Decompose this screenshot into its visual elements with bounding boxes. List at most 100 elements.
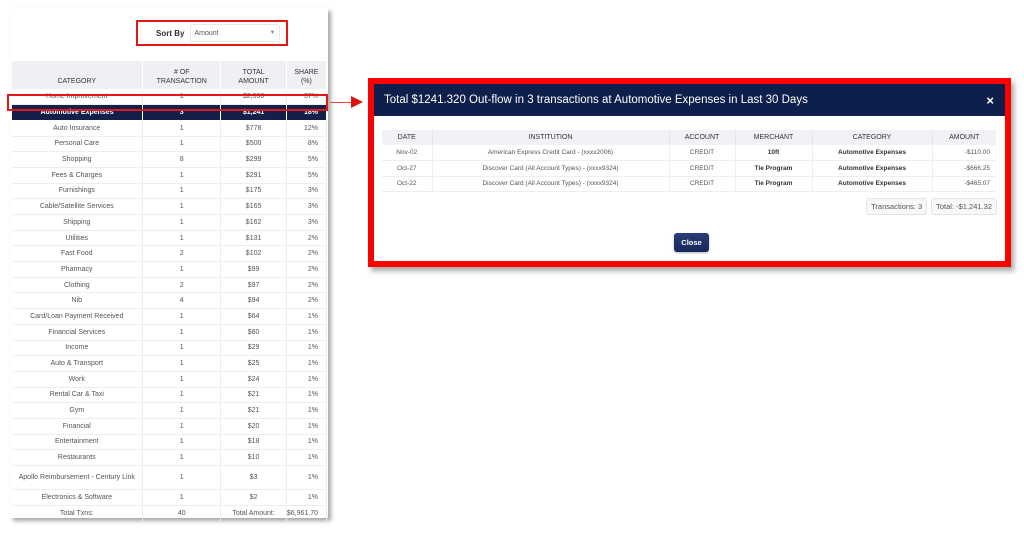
- category-row[interactable]: Shipping 1 $162 3%: [11, 214, 328, 231]
- transaction-institution: Discover Card (All Account Types) - (xxx…: [432, 176, 670, 192]
- arrow-right-icon: [351, 96, 363, 108]
- transaction-amount: -$110.00: [932, 145, 996, 161]
- category-row[interactable]: Auto & Transport 1 $25 1%: [11, 355, 328, 372]
- total-amount: $1,241: [220, 104, 287, 121]
- total-txns-label: Total Txns:: [11, 505, 144, 523]
- totals-row: Total Txns: 40 Total Amount: $6,961.70: [11, 505, 328, 523]
- category-row[interactable]: Restaurants 1 $10 1%: [11, 449, 328, 466]
- transaction-count: 1: [142, 261, 222, 278]
- share-percent: 2%: [286, 292, 328, 310]
- category-table-header: CATEGORY # OF TRANSACTION TOTAL AMOUNT SHA…: [11, 61, 328, 89]
- arrow-line: [330, 101, 352, 103]
- total-amount: $165: [220, 198, 287, 215]
- total-amount: $29: [220, 340, 287, 357]
- share-percent: 3%: [286, 214, 328, 231]
- share-percent: 2%: [286, 277, 328, 294]
- category-name: Home Improvement: [11, 89, 144, 106]
- category-row[interactable]: Home Improvement 1 $2,530 37%: [11, 89, 328, 106]
- sort-by-select[interactable]: Amount ▼: [190, 24, 281, 42]
- header-date[interactable]: DATE: [382, 130, 433, 145]
- category-row[interactable]: Fast Food 2 $102 2%: [11, 245, 328, 263]
- header-institution[interactable]: INSTITUTION: [432, 130, 670, 145]
- category-row[interactable]: Auto Insurance 1 $778 12%: [11, 120, 328, 137]
- total-badge: Total: -$1,241.32: [931, 198, 997, 215]
- transaction-row[interactable]: Oct-22 Discover Card (All Account Types) …: [382, 176, 996, 192]
- transaction-count: 1: [142, 387, 222, 404]
- transactions-table-header: DATE INSTITUTION ACCOUNT MERCHANT CATEGO…: [382, 130, 996, 145]
- total-amount: $500: [220, 136, 287, 153]
- category-row[interactable]: Shopping 8 $299 5%: [11, 151, 328, 168]
- modal-summary: Transactions: 3 Total: -$1,241.32: [866, 198, 997, 215]
- category-row[interactable]: Rental Car & Taxi 1 $21 1%: [11, 387, 328, 404]
- header-count[interactable]: # OF TRANSACTION: [142, 61, 222, 89]
- category-row[interactable]: Nib 4 $94 2%: [11, 292, 328, 310]
- category-row[interactable]: Financial Services 1 $60 1%: [11, 324, 328, 341]
- share-percent: 1%: [286, 418, 328, 435]
- category-row[interactable]: Entertainment 1 $18 1%: [11, 434, 328, 451]
- transaction-count: 1: [142, 434, 222, 451]
- total-amount: $94: [220, 292, 287, 310]
- total-amount: $10: [220, 449, 287, 466]
- category-row[interactable]: Cable/Satellite Services 1 $165 3%: [11, 198, 328, 215]
- close-icon[interactable]: ×: [986, 94, 994, 107]
- transaction-row[interactable]: Oct-27 Discover Card (All Account Types) …: [382, 160, 996, 177]
- category-name: Shopping: [11, 151, 144, 168]
- category-row[interactable]: Fees & Charges 1 $291 5%: [11, 167, 328, 184]
- category-row[interactable]: Financial 1 $20 1%: [11, 418, 328, 435]
- transactions-modal: Total $1241.320 Out-flow in 3 transactio…: [368, 78, 1011, 267]
- header-category[interactable]: CATEGORY: [812, 130, 933, 145]
- transaction-account: CREDIT: [669, 160, 736, 177]
- category-name: Fast Food: [11, 245, 144, 263]
- transaction-count: 1: [142, 340, 222, 357]
- category-row[interactable]: Clothing 2 $97 2%: [11, 277, 328, 294]
- total-amount-label: Total Amount:: [220, 505, 287, 523]
- transaction-count: 1: [142, 449, 222, 466]
- category-row[interactable]: Furnishings 1 $175 3%: [11, 183, 328, 200]
- category-name: Income: [11, 340, 144, 357]
- category-row[interactable]: Gym 1 $21 1%: [11, 402, 328, 419]
- category-name: Clothing: [11, 277, 144, 294]
- total-amount: $97: [220, 277, 287, 294]
- header-amount[interactable]: TOTAL AMOUNT: [220, 61, 287, 89]
- category-row[interactable]: Apollo Reimbursement - Century Link 1 $3 1%: [11, 465, 328, 490]
- transaction-date: Oct-22: [382, 176, 433, 192]
- category-name: Financial: [11, 418, 144, 435]
- transaction-count: 1: [142, 489, 222, 506]
- sort-by-value: Amount: [194, 29, 219, 37]
- share-percent: 18%: [285, 104, 328, 121]
- transaction-count: 1: [142, 183, 222, 200]
- category-row[interactable]: Work 1 $24 1%: [11, 371, 328, 388]
- header-account[interactable]: ACCOUNT: [669, 130, 736, 145]
- category-name: Entertainment: [11, 434, 144, 451]
- share-percent: 1%: [286, 434, 328, 451]
- category-row[interactable]: Income 1 $29 1%: [11, 340, 328, 357]
- header-amount[interactable]: AMOUNT: [932, 130, 996, 145]
- share-percent: 1%: [286, 465, 328, 490]
- header-share[interactable]: SHARE (%): [286, 61, 328, 89]
- category-name: Rental Car & Taxi: [11, 387, 144, 404]
- header-category[interactable]: CATEGORY: [11, 61, 144, 89]
- share-percent: 3%: [286, 183, 328, 200]
- share-percent: 1%: [286, 449, 328, 466]
- transaction-count: 1: [142, 167, 222, 184]
- total-amount: $291: [220, 167, 287, 184]
- transaction-category: Automotive Expenses: [812, 160, 933, 177]
- total-amount: $299: [220, 151, 287, 168]
- category-row[interactable]: Card/Loan Payment Received 1 $64 1%: [11, 308, 328, 325]
- category-row[interactable]: Pharmacy 1 $99 2%: [11, 261, 328, 278]
- category-row[interactable]: Personal Care 1 $500 8%: [11, 136, 328, 153]
- header-merchant[interactable]: MERCHANT: [735, 130, 813, 145]
- close-button[interactable]: Close: [674, 233, 709, 252]
- category-name: Card/Loan Payment Received: [11, 308, 144, 325]
- category-name: Work: [11, 371, 144, 388]
- category-name: Nib: [11, 292, 144, 310]
- total-amount: $64: [220, 308, 287, 325]
- share-percent: 5%: [286, 151, 328, 168]
- category-row[interactable]: Electronics & Software 1 $2 1%: [11, 489, 328, 506]
- transaction-row[interactable]: Nov-02 American Express Credit Card - (xx…: [382, 145, 996, 161]
- transaction-account: CREDIT: [669, 176, 736, 192]
- category-row[interactable]: Automotive Expenses 3 $1,241 18%: [10, 104, 328, 121]
- share-percent: 1%: [286, 340, 328, 357]
- total-amount: $25: [220, 355, 287, 372]
- category-row[interactable]: Utilities 1 $131 2%: [11, 230, 328, 247]
